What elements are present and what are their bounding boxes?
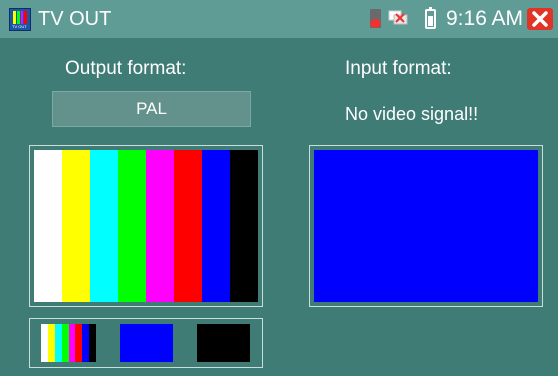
sd-card-icon bbox=[370, 9, 381, 28]
tv-out-app-icon: TV OUT bbox=[9, 8, 31, 31]
color-bar bbox=[61, 324, 69, 362]
color-bar bbox=[82, 324, 90, 362]
output-format-label: Output format: bbox=[65, 58, 187, 79]
color-bar bbox=[41, 324, 48, 362]
color-bar bbox=[118, 150, 146, 302]
color-bar bbox=[90, 150, 118, 302]
color-bar bbox=[75, 324, 83, 362]
color-bar bbox=[230, 150, 258, 302]
color-bar bbox=[146, 150, 174, 302]
window-title: TV OUT bbox=[38, 8, 112, 30]
thumbnail-blue[interactable] bbox=[120, 324, 173, 362]
color-bar bbox=[174, 150, 202, 302]
input-format-label: Input format: bbox=[345, 58, 452, 79]
thumbnail-color-bars[interactable] bbox=[41, 324, 96, 362]
thumbnail-black[interactable] bbox=[197, 324, 250, 362]
pattern-thumbnails bbox=[29, 318, 263, 368]
color-bar bbox=[68, 324, 76, 362]
color-bar bbox=[34, 150, 62, 302]
battery-icon bbox=[425, 7, 436, 29]
close-button[interactable] bbox=[527, 8, 553, 30]
color-bar bbox=[47, 324, 55, 362]
title-bar: TV OUT TV OUT 9:16 AM bbox=[0, 0, 558, 38]
output-preview bbox=[29, 145, 263, 307]
color-bar bbox=[89, 324, 96, 362]
clock: 9:16 AM bbox=[446, 7, 524, 30]
color-bar bbox=[62, 150, 90, 302]
output-format-button[interactable]: PAL bbox=[52, 91, 251, 127]
input-preview bbox=[309, 145, 543, 307]
color-bar-pattern bbox=[34, 150, 258, 302]
color-bar bbox=[202, 150, 230, 302]
input-blue-screen bbox=[314, 150, 538, 302]
network-icon bbox=[388, 10, 408, 25]
input-status-text: No video signal!! bbox=[345, 104, 479, 124]
app-icon-label: TV OUT bbox=[12, 24, 27, 29]
close-icon bbox=[532, 11, 548, 27]
color-bar bbox=[54, 324, 62, 362]
